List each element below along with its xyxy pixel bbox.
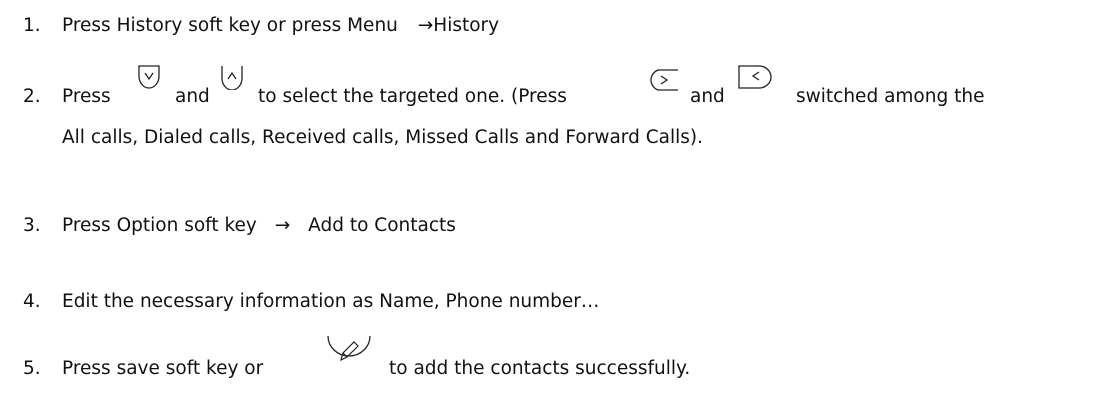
step-number: 4. <box>23 291 41 312</box>
ok-key-icon <box>326 330 372 376</box>
step-2-end-text: switched among the <box>796 86 985 107</box>
step-text-a: Press History soft key or press Menu <box>62 15 398 36</box>
press-label: Press <box>62 86 111 107</box>
arrow-icon: → <box>274 215 291 236</box>
step-text: Press History soft key or press Menu →Hi… <box>62 14 499 38</box>
step-text: Press <box>62 85 111 109</box>
step-text-b: History <box>433 15 500 36</box>
left-key-icon <box>737 64 773 90</box>
step-2-continuation: All calls, Dialed calls, Received calls,… <box>62 127 703 148</box>
and-label-2: and <box>690 86 725 107</box>
right-key-icon <box>644 68 680 92</box>
step-number: 1. <box>23 15 41 36</box>
step-text: Press Option soft key → Add to Contacts <box>62 214 456 238</box>
up-key-icon <box>220 64 244 90</box>
step-text-a: Press Option soft key <box>62 215 257 236</box>
down-key-icon <box>137 64 161 90</box>
step-text: Edit the necessary information as Name, … <box>62 291 600 312</box>
step-text-a: Press save soft key or <box>62 358 264 379</box>
step-number: 2. <box>23 86 41 107</box>
arrow-icon: → <box>417 15 434 36</box>
step-2-mid-text: to select the targeted one. (Press <box>258 86 567 107</box>
and-label-1: and <box>175 86 210 107</box>
step-number: 3. <box>23 215 41 236</box>
step-text-b: Add to Contacts <box>308 215 456 236</box>
step-number: 5. <box>23 358 41 379</box>
step-5-text-b: to add the contacts successfully. <box>389 358 691 379</box>
